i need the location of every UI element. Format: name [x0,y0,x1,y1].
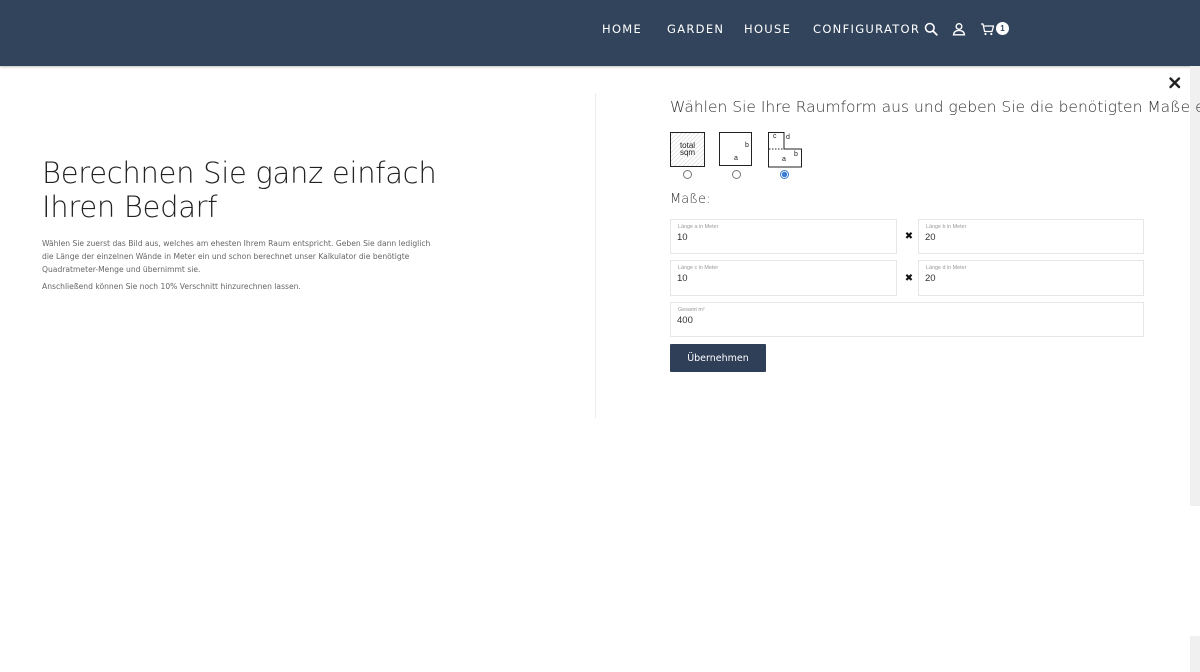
field-total: Gesamt m² [670,302,1144,337]
shape-label-b2: b [794,151,798,158]
radio-shape-l-form[interactable] [780,170,789,179]
apply-button[interactable]: Übernehmen [670,344,766,372]
shape-label-a2: a [782,156,786,163]
input-length-d[interactable] [925,273,1125,284]
nav-garden[interactable]: GARDEN [667,22,724,36]
scrollbar-track [1190,636,1200,672]
scrollbar[interactable] [1190,66,1200,506]
field-label-length-d: Länge d in Meter [926,265,967,271]
input-length-c[interactable] [677,273,877,284]
shape-label-sqm: sqm [679,148,696,157]
input-length-a[interactable] [677,232,877,243]
field-label-length-c: Länge c in Meter [678,265,719,271]
cart-icon[interactable] [978,20,996,38]
nav-house[interactable]: HOUSE [744,22,791,36]
intro-paragraph-1: Wählen Sie zuerst das Bild aus, welches … [42,239,431,275]
cart-count-badge: 1 [996,22,1009,35]
field-label-length-b: Länge b in Meter [926,224,967,230]
field-length-a: Länge a in Meter [670,219,897,254]
shape-total-sqm[interactable]: total sqm [670,132,705,172]
input-total[interactable] [677,315,877,326]
field-length-c: Länge c in Meter [670,260,897,296]
shape-rectangle[interactable]: b a [719,132,753,172]
dimensions-label: Maße: [670,192,711,207]
user-icon[interactable] [950,20,968,38]
search-icon[interactable] [922,20,940,38]
page-title: Berechnen Sie ganz einfach Ihren Bedarf [42,156,437,224]
intro-paragraph-2: Anschließend können Sie noch 10% Verschn… [42,281,301,291]
field-length-b: Länge b in Meter [918,219,1144,254]
configurator-title: Wählen Sie Ihre Raumform aus und geben S… [670,98,1200,116]
nav-configurator[interactable]: CONFIGURATOR [813,22,920,36]
input-length-b[interactable] [925,232,1125,243]
multiply-icon: ✖ [904,231,914,242]
shape-label-a: a [734,155,738,162]
top-navigation-bar: HOME GARDEN HOUSE CONFIGURATOR [0,0,1200,66]
intro-text: Wählen Sie zuerst das Bild aus, welches … [42,237,442,296]
field-length-d: Länge d in Meter [918,260,1144,296]
shape-label-c: c [773,133,777,140]
multiply-icon: ✖ [904,273,914,284]
field-label-total: Gesamt m² [678,307,705,313]
nav-home[interactable]: HOME [602,22,642,36]
shape-label-d: d [786,134,790,141]
shape-l-form[interactable]: c d a b [768,132,803,173]
close-icon[interactable] [1166,74,1184,92]
field-label-length-a: Länge a in Meter [678,224,719,230]
radio-shape-total[interactable] [683,170,692,179]
radio-shape-rectangle[interactable] [732,170,741,179]
column-divider [595,93,596,418]
shape-label-b: b [745,142,749,149]
